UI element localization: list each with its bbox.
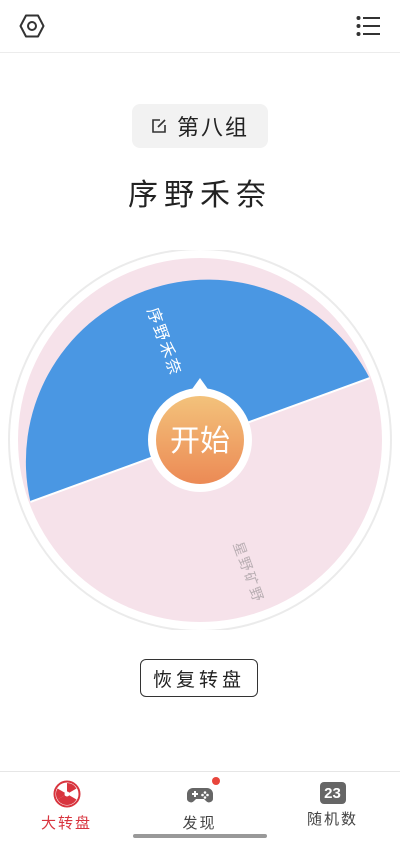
group-selector-button[interactable]: 第八组 [132,104,268,148]
reset-wheel-button[interactable]: 恢复转盘 [140,659,258,697]
tab-discover-label: 发现 [182,814,217,832]
list-menu-icon [356,16,380,36]
gamepad-icon-wrap [186,777,220,808]
menu-button[interactable] [352,10,384,42]
notification-dot [211,777,220,785]
tab-discover[interactable]: 发现 [133,776,266,836]
group-label: 第八组 [176,116,249,141]
gamepad-icon [186,788,213,803]
result-name: 序野禾奈 [128,178,272,213]
tab-random-number[interactable]: 23 随机数 [266,776,399,836]
tab-wheel[interactable]: 大转盘 [0,776,133,836]
top-bar [0,0,400,53]
number-icon: 23 [319,782,346,804]
tab-random-number-label: 随机数 [306,810,358,828]
hexagon-settings-icon [19,14,45,38]
spin-wheel[interactable]: 序野禾奈 星野矿野 开始 [0,250,400,630]
home-indicator [133,834,267,838]
tab-wheel-label: 大转盘 [40,814,92,832]
radiation-wheel-icon [53,780,80,808]
edit-icon [152,119,166,133]
settings-button[interactable] [16,10,48,42]
start-button-label: 开始 [170,424,230,459]
